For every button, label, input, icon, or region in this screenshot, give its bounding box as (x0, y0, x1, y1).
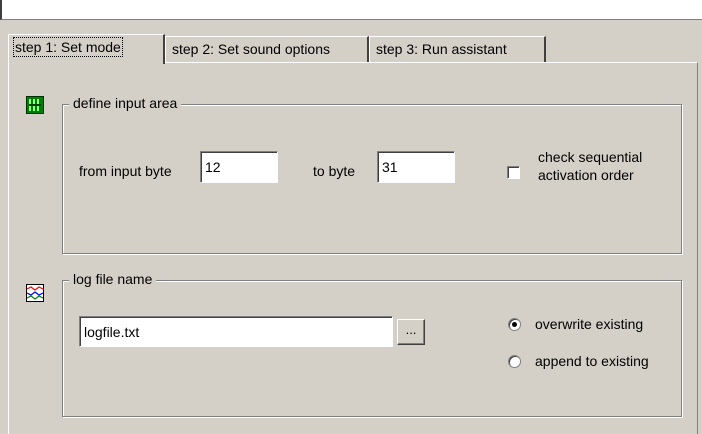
tab-run-assistant[interactable]: step 3: Run assistant (369, 36, 546, 62)
to-byte-input[interactable] (377, 151, 455, 183)
overwrite-label: overwrite existing (535, 316, 644, 332)
tab-sound-options-label: step 2: Set sound options (172, 41, 330, 57)
from-byte-label: from input byte (79, 163, 172, 179)
tab-sound-options[interactable]: step 2: Set sound options (165, 36, 369, 62)
overwrite-radio[interactable] (508, 318, 521, 331)
sequential-order-label-line1: check sequential (538, 149, 643, 165)
log-file-title: log file name (69, 271, 157, 287)
log-file-group: log file name (62, 271, 682, 417)
sequential-order-checkbox[interactable] (507, 166, 520, 179)
log-file-input[interactable] (79, 316, 393, 347)
tab-run-assistant-label: step 3: Run assistant (376, 41, 507, 57)
from-byte-input[interactable] (200, 151, 278, 183)
to-byte-label: to byte (313, 163, 356, 179)
append-label: append to existing (535, 353, 649, 369)
top-text-area (0, 0, 702, 20)
sequential-order-label: check sequential activation order (538, 148, 642, 184)
log-chart-icon (26, 284, 44, 302)
tab-set-mode[interactable]: step 1: Set mode (8, 34, 165, 64)
tab-set-mode-label: step 1: Set mode (13, 37, 123, 57)
append-radio[interactable] (508, 355, 521, 368)
input-module-icon (26, 96, 44, 114)
input-area-title: define input area (69, 95, 182, 111)
sequential-order-label-line2: activation order (538, 167, 634, 183)
browse-button[interactable]: ... (397, 319, 425, 345)
